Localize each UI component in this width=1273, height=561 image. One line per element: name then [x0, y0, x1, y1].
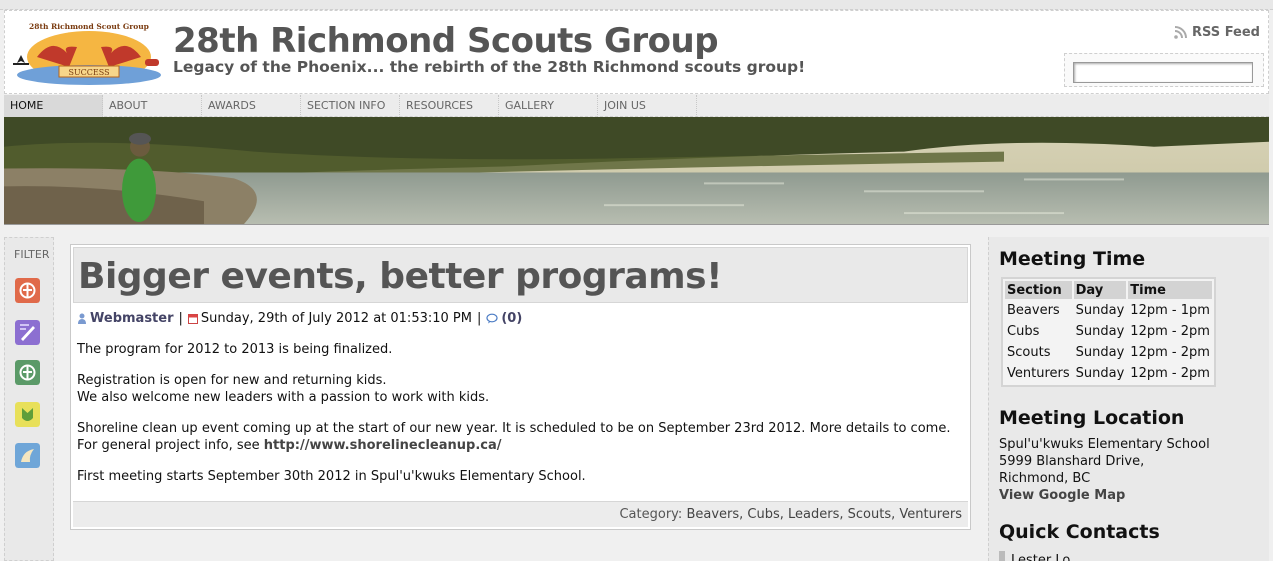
post-line: We also welcome new leaders with a passi… [77, 390, 490, 405]
top-strip [0, 0, 1273, 10]
post-title-bar: Bigger events, better programs! [73, 247, 968, 303]
nav-item-about[interactable]: ABOUT [103, 95, 202, 117]
table-cell: 12pm - 1pm [1130, 303, 1210, 318]
post-categories[interactable]: Beavers, Cubs, Leaders, Scouts, Venturer… [686, 507, 962, 522]
post-meta: Webmaster | Sunday, 29th of July 2012 at… [77, 311, 522, 326]
table-cell: Venturers [1007, 366, 1070, 381]
table-header-cell: Time [1128, 281, 1212, 299]
nav-item-section-info[interactable]: SECTION INFO [301, 95, 400, 117]
meta-separator: | [476, 311, 482, 326]
post-title[interactable]: Bigger events, better programs! [78, 256, 723, 297]
calendar-icon [187, 314, 198, 324]
rss-icon [1174, 26, 1188, 39]
post-author[interactable]: Webmaster [90, 311, 174, 326]
filter-label: FILTER [14, 248, 50, 261]
header-banner-image [4, 117, 1269, 225]
table-header-cell: Section [1005, 281, 1072, 299]
cubs-fleur-icon[interactable] [15, 360, 40, 385]
scouts-fleur-icon[interactable] [15, 278, 40, 303]
nav-item-awards[interactable]: AWARDS [202, 95, 301, 117]
site-tagline: Legacy of the Phoenix... the rebirth of … [173, 58, 806, 76]
post-line: Registration is open for new and returni… [77, 373, 387, 388]
shoreline-cleanup-link[interactable]: http://www.shorelinecleanup.ca/ [264, 438, 502, 453]
table-cell: Scouts [1007, 345, 1051, 360]
nav-item-resources[interactable]: RESOURCES [400, 95, 499, 117]
table-header-row: Section Day Time [1005, 281, 1212, 299]
table-row: Venturers Sunday 12pm - 2pm [1005, 364, 1212, 383]
table-cell: 12pm - 2pm [1130, 324, 1210, 339]
meeting-location-heading: Meeting Location [999, 407, 1185, 429]
view-google-map-link[interactable]: View Google Map [999, 487, 1210, 504]
filter-column: FILTER [4, 237, 54, 561]
post-body: The program for 2012 to 2013 is being fi… [77, 341, 957, 499]
address-line: Spul'u'kwuks Elementary School [999, 437, 1210, 452]
table-cell: Cubs [1007, 324, 1040, 339]
site-title[interactable]: 28th Richmond Scouts Group [173, 21, 719, 61]
meta-separator: | [178, 311, 183, 326]
table-row: Scouts Sunday 12pm - 2pm [1005, 343, 1212, 362]
table-cell: Sunday [1075, 303, 1125, 318]
post-paragraph: First meeting starts September 30th 2012… [77, 469, 586, 484]
post-line: Shoreline clean up event coming up at th… [77, 421, 951, 453]
main-nav: HOME ABOUT AWARDS SECTION INFO RESOURCES… [4, 95, 1269, 117]
table-cell: 12pm - 2pm [1130, 345, 1210, 360]
table-row: Beavers Sunday 12pm - 1pm [1005, 301, 1212, 320]
meeting-time-heading: Meeting Time [999, 248, 1146, 270]
nav-item-join-us[interactable]: JOIN US [598, 95, 697, 117]
contact-item[interactable]: Lester Lo [999, 551, 1070, 561]
logo-banner-text: SUCCESS [68, 68, 109, 77]
right-sidebar: Meeting Time Section Day Time Beavers Su… [988, 237, 1269, 561]
post-comments-count[interactable]: (0) [501, 311, 522, 326]
beavers-icon[interactable] [15, 402, 40, 427]
table-cell: 12pm - 2pm [1130, 366, 1210, 381]
post-paragraph: Shoreline clean up event coming up at th… [77, 420, 957, 454]
meeting-time-table: Section Day Time Beavers Sunday 12pm - 1… [1001, 277, 1216, 387]
post-paragraph: Registration is open for new and returni… [77, 372, 957, 406]
table-cell: Sunday [1075, 345, 1125, 360]
quick-contacts-heading: Quick Contacts [999, 521, 1160, 543]
address-line: 5999 Blanshard Drive, [999, 454, 1145, 469]
post-paragraph: The program for 2012 to 2013 is being fi… [77, 342, 393, 357]
table-cell: Beavers [1007, 303, 1060, 318]
comment-icon [486, 313, 498, 324]
logo-ring-text: 28th Richmond Scout Group [29, 22, 149, 31]
venturers-icon[interactable] [15, 443, 40, 468]
leaders-pen-icon[interactable] [15, 320, 40, 345]
post-date: Sunday, 29th of July 2012 at 01:53:10 PM [200, 311, 472, 326]
category-label: Category: [619, 507, 683, 522]
rss-feed-label: RSS Feed [1192, 25, 1260, 40]
search-box [1064, 53, 1264, 87]
post-footer: Category: Beavers, Cubs, Leaders, Scouts… [73, 501, 968, 527]
search-input[interactable] [1073, 62, 1253, 83]
nav-item-gallery[interactable]: GALLERY [499, 95, 598, 117]
site-logo[interactable]: SUCCESS 28th Richmond Scout Group [7, 17, 165, 89]
table-header-cell: Day [1073, 281, 1127, 299]
meeting-location-address: Spul'u'kwuks Elementary School 5999 Blan… [999, 436, 1210, 504]
rss-feed-link[interactable]: RSS Feed [1174, 25, 1260, 40]
site-header: SUCCESS 28th Richmond Scout Group 28th R… [4, 10, 1269, 94]
table-row: Cubs Sunday 12pm - 2pm [1005, 322, 1212, 341]
user-icon [78, 313, 86, 324]
table-cell: Sunday [1075, 366, 1125, 381]
blog-post: Bigger events, better programs! Webmaste… [70, 244, 971, 530]
nav-item-home[interactable]: HOME [4, 95, 103, 117]
table-cell: Sunday [1075, 324, 1125, 339]
address-line: Richmond, BC [999, 471, 1091, 486]
